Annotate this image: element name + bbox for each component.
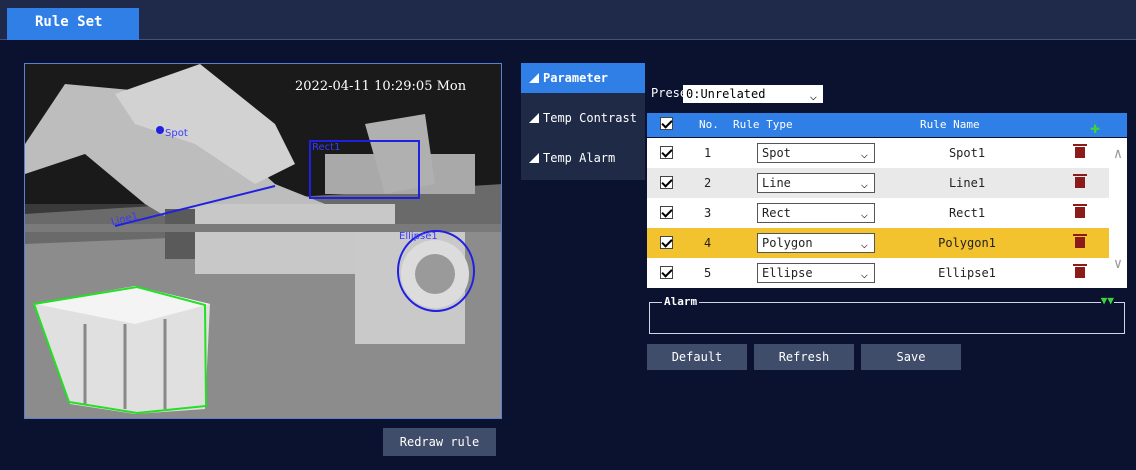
- expand-chevrons-icon[interactable]: ▼▼: [1100, 294, 1114, 307]
- table-row-selected[interactable]: 4 Polygon ⌵ Polygon1: [647, 228, 1109, 258]
- rule-name: Polygon1: [938, 236, 996, 250]
- table-body: 1 Spot ⌵ Spot1 2 Line ⌵ Line1 3 Rect ⌵ Rect…: [647, 138, 1109, 288]
- table-scrollbar[interactable]: ∧ ∨: [1109, 138, 1127, 288]
- save-button[interactable]: Save: [861, 344, 961, 370]
- refresh-button[interactable]: Refresh: [754, 344, 854, 370]
- rule-name: Line1: [948, 176, 986, 190]
- tab-rule-set[interactable]: Rule Set: [7, 8, 139, 40]
- table-row[interactable]: 5 Ellipse ⌵ Ellipse1: [647, 258, 1109, 288]
- rect-rule-label: Rect1: [312, 142, 341, 153]
- chevron-down-icon[interactable]: ∨: [1109, 256, 1127, 272]
- row-checkbox[interactable]: [660, 146, 673, 159]
- trash-icon[interactable]: [1073, 264, 1087, 278]
- spot-rule-marker[interactable]: [156, 126, 164, 134]
- triangle-icon: [529, 73, 539, 83]
- row-checkbox[interactable]: [660, 206, 673, 219]
- table-row[interactable]: 1 Spot ⌵ Spot1: [647, 138, 1109, 168]
- column-rule-type: Rule Type: [733, 118, 793, 131]
- chevron-down-icon: ⌵: [860, 177, 868, 191]
- top-bar: Rule Set: [0, 0, 1136, 40]
- tab-label: Temp Contrast: [543, 111, 637, 125]
- chevron-down-icon: ⌵: [860, 267, 868, 281]
- alarm-section: Alarm ▼▼: [649, 294, 1125, 334]
- add-rule-icon[interactable]: ✚: [1090, 118, 1100, 138]
- rule-type-value: Ellipse: [762, 266, 813, 280]
- trash-icon[interactable]: [1073, 234, 1087, 248]
- chevron-down-icon: ⌵: [860, 207, 868, 221]
- alarm-label: Alarm: [662, 295, 700, 308]
- table-row[interactable]: 3 Rect ⌵ Rect1: [647, 198, 1109, 228]
- row-no: 3: [704, 206, 712, 220]
- tab-temp-alarm[interactable]: Temp Alarm: [521, 143, 645, 173]
- rule-type-value: Polygon: [762, 236, 813, 250]
- select-all-checkbox[interactable]: [660, 117, 673, 130]
- rule-type-select[interactable]: Rect ⌵: [757, 203, 875, 223]
- row-checkbox[interactable]: [660, 266, 673, 279]
- triangle-icon: [529, 153, 539, 163]
- tab-parameter[interactable]: Parameter: [521, 63, 645, 93]
- rule-type-value: Spot: [762, 146, 791, 160]
- tab-label: Temp Alarm: [543, 151, 616, 165]
- rule-name: Ellipse1: [938, 266, 996, 280]
- preset-value: 0:Unrelated: [686, 87, 766, 101]
- parameter-panel: Preset 0:Unrelated ⌵ No. Rule Type Rule …: [647, 60, 1127, 408]
- rule-type-select[interactable]: Line ⌵: [757, 173, 875, 193]
- chevron-down-icon: ⌵: [809, 89, 817, 103]
- tab-temp-contrast[interactable]: Temp Contrast: [521, 103, 645, 133]
- rule-type-select[interactable]: Ellipse ⌵: [757, 263, 875, 283]
- column-rule-name: Rule Name: [920, 118, 980, 131]
- thermal-camera-view[interactable]: 2022-04-11 10:29:05 Mon Spot Rect1 Line1…: [24, 63, 502, 419]
- triangle-icon: [529, 113, 539, 123]
- row-checkbox[interactable]: [660, 236, 673, 249]
- column-no: No.: [699, 118, 719, 131]
- rule-type-select[interactable]: Spot ⌵: [757, 143, 875, 163]
- row-no: 2: [704, 176, 712, 190]
- chevron-up-icon[interactable]: ∧: [1109, 146, 1127, 162]
- preset-select[interactable]: 0:Unrelated ⌵: [683, 85, 823, 103]
- table-header: No. Rule Type Rule Name ✚: [647, 113, 1127, 138]
- chevron-down-icon: ⌵: [860, 147, 868, 161]
- ellipse-rule-label: Ellipse1: [399, 231, 438, 242]
- redraw-rule-button[interactable]: Redraw rule: [383, 428, 496, 456]
- table-row[interactable]: 2 Line ⌵ Line1: [647, 168, 1109, 198]
- row-checkbox[interactable]: [660, 176, 673, 189]
- rule-name: Spot1: [948, 146, 986, 160]
- rule-type-select[interactable]: Polygon ⌵: [757, 233, 875, 253]
- row-no: 4: [704, 236, 712, 250]
- rule-type-value: Line: [762, 176, 791, 190]
- row-no: 5: [704, 266, 712, 280]
- trash-icon[interactable]: [1073, 144, 1087, 158]
- trash-icon[interactable]: [1073, 174, 1087, 188]
- tab-label: Parameter: [543, 71, 609, 85]
- rule-type-value: Rect: [762, 206, 791, 220]
- trash-icon[interactable]: [1073, 204, 1087, 218]
- camera-timestamp: 2022-04-11 10:29:05 Mon: [295, 79, 467, 94]
- side-tabs: Parameter Temp Contrast Temp Alarm: [521, 63, 645, 180]
- spot-rule-label: Spot: [165, 128, 188, 139]
- row-no: 1: [704, 146, 712, 160]
- chevron-down-icon: ⌵: [860, 237, 868, 251]
- rule-name: Rect1: [948, 206, 986, 220]
- default-button[interactable]: Default: [647, 344, 747, 370]
